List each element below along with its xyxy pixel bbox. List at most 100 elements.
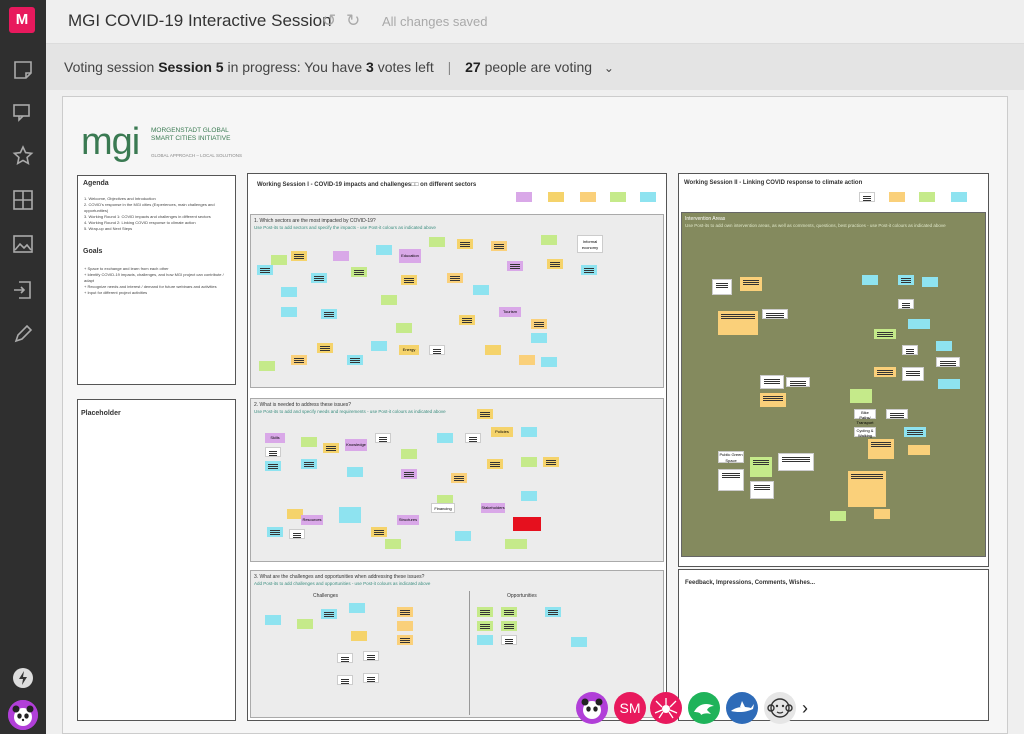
sticky-note[interactable] — [521, 427, 537, 437]
sticky-note[interactable] — [519, 355, 535, 365]
sticky-note[interactable] — [531, 319, 547, 329]
sticky-note[interactable] — [289, 529, 305, 539]
dolphin-icon[interactable] — [688, 692, 720, 724]
sticky-note[interactable] — [740, 277, 762, 291]
sticky-structures[interactable]: Structures — [397, 515, 419, 525]
sticky-note[interactable] — [447, 273, 463, 283]
sticky-note[interactable] — [429, 237, 445, 247]
sticky-note[interactable] — [317, 343, 333, 353]
sticky-financing[interactable]: Financing — [431, 503, 455, 513]
sticky-note[interactable] — [281, 287, 297, 297]
sticky-note[interactable] — [337, 653, 353, 663]
sticky-note[interactable] — [291, 251, 307, 261]
sticky-note[interactable] — [363, 673, 379, 683]
sticky-note[interactable] — [401, 275, 417, 285]
sticky-note[interactable] — [760, 375, 784, 389]
sticky-note[interactable] — [898, 299, 914, 309]
sticky-note[interactable] — [301, 437, 317, 447]
sticky-note[interactable] — [281, 307, 297, 317]
sticky-note[interactable] — [501, 607, 517, 617]
sticky-note[interactable] — [908, 445, 930, 455]
question-1-frame[interactable]: 1. Which sectors are the most impacted b… — [250, 214, 664, 388]
sticky-note[interactable] — [347, 467, 363, 477]
sticky-note[interactable] — [830, 511, 846, 521]
sticky-note[interactable] — [904, 427, 926, 437]
sticky-note[interactable] — [545, 607, 561, 617]
legend-sticky[interactable] — [548, 192, 564, 202]
sticky-note-icon[interactable] — [11, 58, 35, 82]
pen-icon[interactable] — [11, 322, 35, 346]
sticky-note[interactable] — [507, 261, 523, 271]
people-voting-toggle[interactable]: 27 people are voting ⌄ — [465, 59, 614, 75]
sticky-note[interactable] — [778, 453, 814, 471]
sticky-note[interactable] — [397, 607, 413, 617]
sticky-note[interactable] — [376, 245, 392, 255]
sticky-note[interactable] — [323, 443, 339, 453]
sticky-note[interactable] — [401, 469, 417, 479]
question-2-frame[interactable]: 2. What is needed to address these issue… — [250, 398, 664, 562]
sticky-note[interactable] — [501, 621, 517, 631]
sticky-tourism[interactable]: Tourism — [499, 307, 521, 317]
sticky-note[interactable] — [718, 311, 758, 335]
working-session-1-panel[interactable]: Working Session I - COVID-19 impacts and… — [247, 173, 667, 721]
sticky-note[interactable] — [750, 457, 772, 477]
board-canvas[interactable]: mgi MORGENSTADT GLOBAL SMART CITIES INIT… — [62, 96, 1008, 734]
sticky-note[interactable] — [874, 329, 896, 339]
sticky-note[interactable] — [531, 333, 547, 343]
sticky-note[interactable] — [936, 341, 952, 351]
sticky-note[interactable] — [501, 635, 517, 645]
sticky-note[interactable] — [363, 651, 379, 661]
sticky-note[interactable] — [321, 609, 337, 619]
sticky-note[interactable] — [397, 635, 413, 645]
collaborator-avatar[interactable]: SM — [614, 692, 646, 724]
sticky-note[interactable] — [521, 457, 537, 467]
sticky-note[interactable] — [349, 603, 365, 613]
sticky-note[interactable] — [547, 259, 563, 269]
sticky-note[interactable] — [712, 279, 732, 295]
sticky-note[interactable] — [457, 239, 473, 249]
panda-icon[interactable] — [576, 692, 608, 724]
sticky-note[interactable] — [485, 345, 501, 355]
sticky-note[interactable] — [321, 309, 337, 319]
miro-logo[interactable]: M — [9, 7, 35, 33]
sticky-note[interactable] — [936, 357, 960, 367]
sticky-note[interactable] — [371, 341, 387, 351]
intervention-areas-frame[interactable]: Intervention Areas Use Post-its to add o… — [681, 212, 986, 557]
legend-sticky[interactable] — [951, 192, 967, 202]
feedback-panel[interactable]: Feedback, Impressions, Comments, Wishes.… — [678, 569, 989, 721]
sticky-note[interactable] — [455, 531, 471, 541]
sticky-note[interactable] — [301, 459, 317, 469]
placeholder-panel[interactable]: Placeholder — [77, 399, 236, 721]
sticky-note[interactable] — [505, 539, 527, 549]
sticky-note[interactable] — [922, 277, 938, 287]
sticky-note[interactable] — [902, 367, 924, 381]
sticky-note[interactable] — [311, 273, 327, 283]
sticky-note[interactable] — [473, 285, 489, 295]
sticky-note[interactable] — [397, 621, 413, 631]
sticky-note[interactable] — [874, 509, 890, 519]
sticky-energy[interactable]: Energy — [399, 345, 419, 355]
legend-sticky[interactable] — [859, 192, 875, 202]
sticky-note[interactable] — [868, 439, 894, 459]
sticky-note[interactable] — [375, 433, 391, 443]
comment-icon[interactable] — [11, 101, 35, 125]
sticky-note[interactable] — [265, 615, 281, 625]
chevron-right-icon[interactable]: › — [802, 698, 808, 719]
sticky-note[interactable] — [886, 409, 908, 419]
sticky-note[interactable] — [543, 457, 559, 467]
star-icon[interactable] — [11, 144, 35, 168]
sticky-note[interactable] — [257, 265, 273, 275]
sticky-note[interactable] — [541, 235, 557, 245]
sticky-resources[interactable]: Resources — [301, 515, 323, 525]
sticky-note[interactable] — [874, 367, 896, 377]
sticky-note[interactable] — [459, 315, 475, 325]
sticky-note[interactable] — [786, 377, 810, 387]
sticky-note[interactable] — [351, 631, 367, 641]
sticky-note[interactable] — [265, 447, 281, 457]
sticky-note[interactable] — [271, 255, 287, 265]
sticky-note[interactable] — [521, 491, 537, 501]
sticky-note[interactable] — [437, 433, 453, 443]
sticky-note[interactable] — [371, 527, 387, 537]
spider-icon[interactable] — [650, 692, 682, 724]
sticky-note[interactable] — [862, 275, 878, 285]
